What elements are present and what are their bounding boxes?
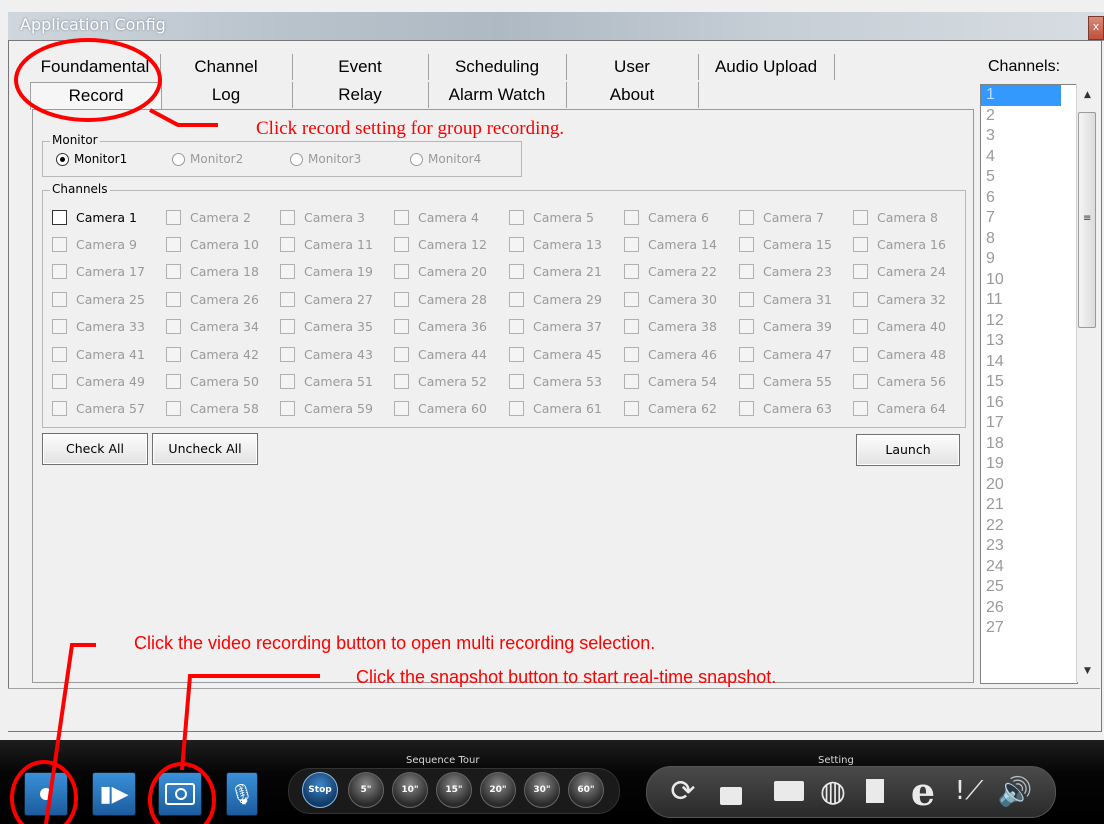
highlight-snapshot-button: [148, 762, 216, 824]
annotation-record-setting: Click record setting for group recording…: [256, 118, 565, 139]
leader-video-recording: [44, 643, 96, 824]
highlight-record-tab: [14, 38, 162, 122]
annotation-video-recording: Click the video recording button to open…: [134, 633, 656, 653]
highlight-record-button: [10, 760, 78, 824]
leader-record-setting: [149, 108, 218, 127]
annotation-snapshot: Click the snapshot button to start real-…: [356, 667, 777, 687]
leader-snapshot: [180, 674, 320, 771]
